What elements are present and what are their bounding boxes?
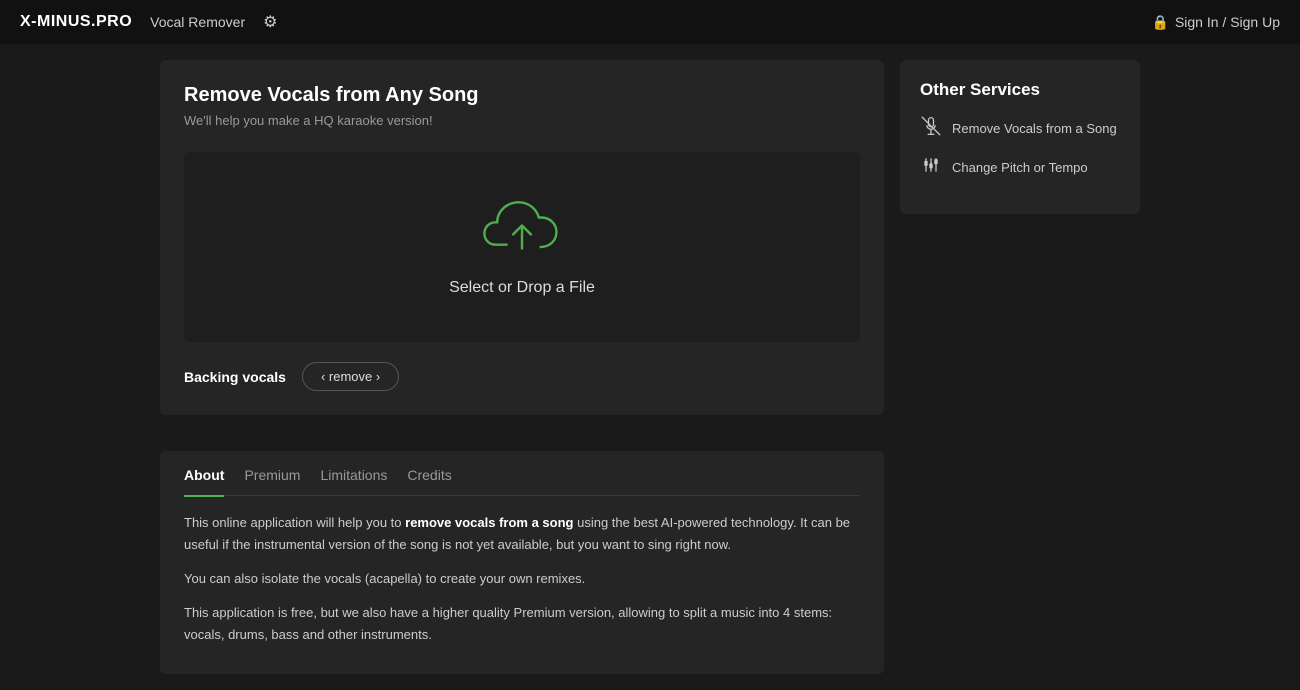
upload-label: Select or Drop a File	[449, 279, 595, 297]
upload-panel: Remove Vocals from Any Song We'll help y…	[160, 60, 884, 415]
backing-vocals-label: Backing vocals	[184, 369, 286, 385]
tabs-section: About Premium Limitations Credits This o…	[160, 451, 884, 674]
service-item-change-pitch[interactable]: Change Pitch or Tempo	[920, 155, 1120, 180]
tab-premium[interactable]: Premium	[244, 467, 300, 487]
about-paragraph-2: You can also isolate the vocals (acapell…	[184, 568, 860, 590]
equalizer-icon	[920, 155, 942, 180]
panel-subtitle: We'll help you make a HQ karaoke version…	[184, 113, 860, 128]
sign-in-label[interactable]: Sign In / Sign Up	[1175, 14, 1280, 30]
tab-about[interactable]: About	[184, 467, 224, 497]
panel-title: Remove Vocals from Any Song	[184, 84, 860, 107]
tab-limitations[interactable]: Limitations	[320, 467, 387, 487]
header: X-MINUS.PRO Vocal Remover ⚙ 🔒 Sign In / …	[0, 0, 1300, 44]
main-content: Remove Vocals from Any Song We'll help y…	[0, 44, 1300, 690]
about-paragraph-3: This application is free, but we also ha…	[184, 602, 860, 646]
service-remove-vocals-label: Remove Vocals from a Song	[952, 121, 1117, 136]
header-left: X-MINUS.PRO Vocal Remover ⚙	[20, 12, 277, 32]
remove-button[interactable]: ‹ remove ›	[302, 362, 399, 391]
brand-logo[interactable]: X-MINUS.PRO	[20, 13, 132, 31]
tab-content-about: This online application will help you to…	[184, 512, 860, 646]
tab-credits[interactable]: Credits	[407, 467, 451, 487]
service-change-pitch-label: Change Pitch or Tempo	[952, 160, 1088, 175]
about-paragraph-1: This online application will help you to…	[184, 512, 860, 556]
service-item-remove-vocals[interactable]: Remove Vocals from a Song	[920, 116, 1120, 141]
backing-vocals-row: Backing vocals ‹ remove ›	[184, 362, 860, 391]
settings-icon[interactable]: ⚙	[263, 12, 277, 32]
about-p1-bold: remove vocals from a song	[405, 515, 573, 530]
right-panel: Other Services Remove Vocals from a Song	[900, 60, 1140, 214]
about-p1-pre: This online application will help you to	[184, 515, 405, 530]
cloud-upload-icon	[482, 197, 562, 265]
lock-icon: 🔒	[1152, 14, 1169, 31]
mic-off-icon	[920, 116, 942, 141]
upload-dropzone[interactable]: Select or Drop a File	[184, 152, 860, 342]
right-panel-title: Other Services	[920, 80, 1120, 100]
tabs-header: About Premium Limitations Credits	[184, 467, 860, 496]
sign-in-area[interactable]: 🔒 Sign In / Sign Up	[1152, 14, 1281, 31]
vocal-remover-nav[interactable]: Vocal Remover	[150, 14, 245, 30]
